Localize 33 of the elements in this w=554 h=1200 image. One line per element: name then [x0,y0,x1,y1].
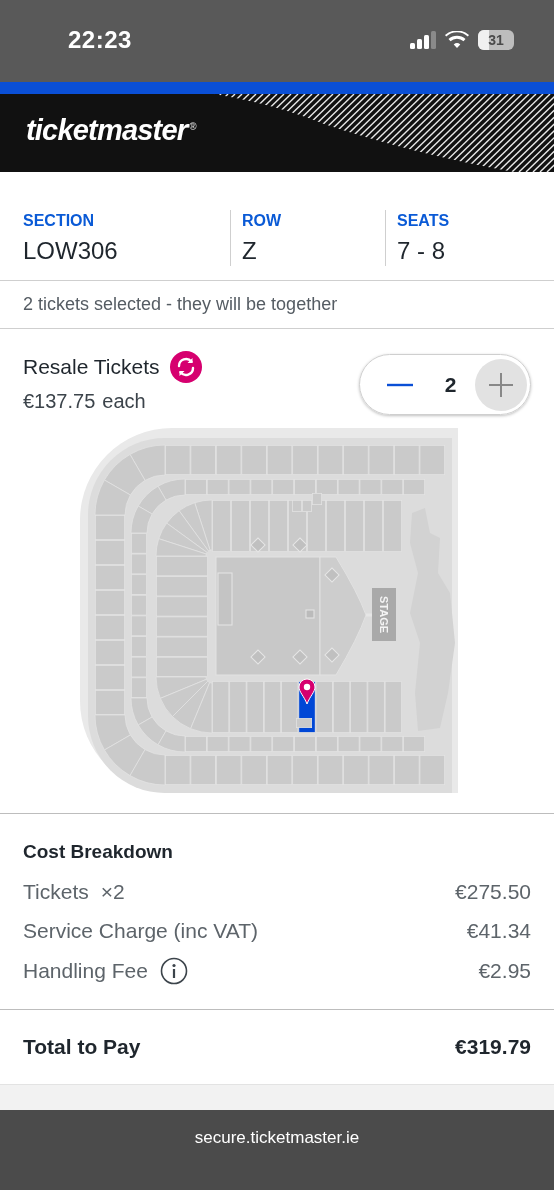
plus-button[interactable] [475,358,527,411]
info-icon[interactable] [159,956,188,985]
cost-label: Handling Fee [23,958,148,983]
quantity-value: 2 [444,372,457,397]
total-label: Total to Pay [23,1034,141,1059]
battery-icon: 31 [478,30,514,50]
clock-time: 22:23 [68,26,132,54]
total-amount: €319.79 [455,1034,531,1059]
signal-icon [410,31,436,49]
cost-quantity: ×2 [100,879,125,904]
cost-amount: €41.34 [466,919,531,944]
price-unit: each [102,389,146,414]
seat-info-value: LOW306 [23,236,119,266]
offer-title: Resale Tickets [23,354,160,380]
seat-info-label: ROW [242,211,283,231]
wifi-icon [445,31,469,49]
seat-info-label: SEATS [397,211,451,231]
refresh-icon [169,351,202,383]
section-title: Cost Breakdown [22,840,174,864]
selection-note: 2 tickets selected - they will be together [0,281,554,329]
cost-amount: €275.50 [455,879,531,904]
cost-label: Tickets [23,879,89,904]
minus-icon [387,382,413,387]
seat-info-label: SECTION [23,211,96,231]
cost-label: Service Charge (inc VAT) [23,919,258,944]
url-text[interactable]: secure.ticketmaster.ie [194,1127,360,1148]
plus-icon [489,372,513,397]
cost-amount: €2.95 [478,958,531,983]
stage-label: STAGE [378,595,390,634]
seat-info-value: 7 - 8 [397,236,447,266]
ticketmaster-logo: ticketmaster$^{®}$ [26,114,196,147]
seat-info-value: Z [242,236,258,266]
ticket-price: €137.75 [23,389,96,414]
